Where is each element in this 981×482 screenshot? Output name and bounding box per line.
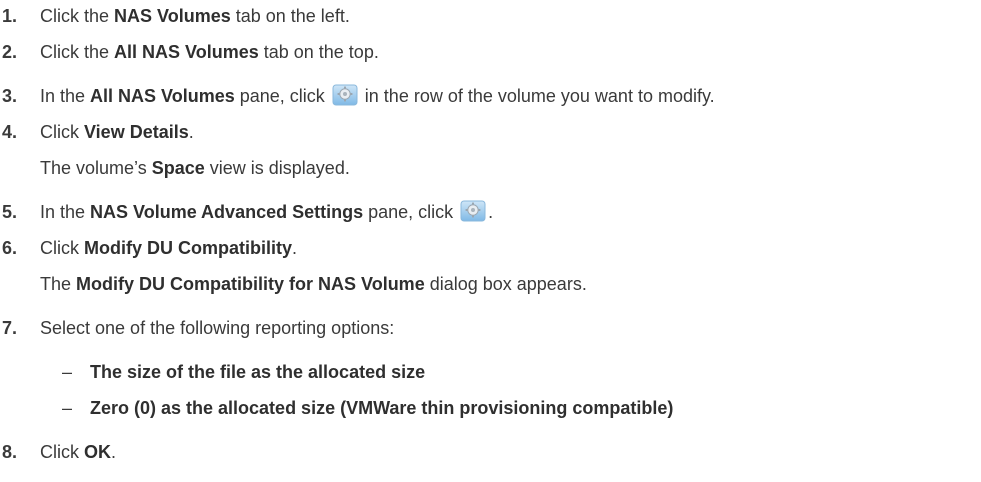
step-4-result: The volume’s Space view is displayed. <box>40 156 980 180</box>
step-text-part: Click <box>40 442 84 462</box>
ui-term-ok: OK <box>84 442 111 462</box>
step-4: 4. Click View Details. <box>0 120 981 144</box>
ui-term-view-details: View Details <box>84 122 189 142</box>
result-text-part: dialog box appears. <box>424 274 587 294</box>
step-number: 8. <box>2 442 18 462</box>
step-number: 7. <box>2 318 18 338</box>
step-number: 4. <box>2 122 18 142</box>
step-text-part: pane, click <box>363 202 459 222</box>
ui-term-nas-volume-advanced-settings: NAS Volume Advanced Settings <box>90 202 364 222</box>
step-text: Click Modify DU Compatibility. <box>40 236 297 260</box>
step-text-part: in the row of the volume you want to mod… <box>359 86 715 106</box>
result-text-part: The volume’s <box>40 158 152 178</box>
ui-term-modify-du-compatibility: Modify DU Compatibility <box>84 238 292 258</box>
ui-term-space: Space <box>151 158 205 178</box>
step-text: Click View Details. <box>40 120 194 144</box>
step-5: 5. In the NAS Volume Advanced Settings p… <box>0 200 981 224</box>
gear-icon <box>332 84 358 106</box>
dash-bullet: – <box>62 398 73 418</box>
option-allocated-size: The size of the file as the allocated si… <box>90 362 426 382</box>
step-3: 3. In the All NAS Volumes pane, click in… <box>0 84 981 108</box>
ui-term-dialog-title: Modify DU Compatibility for NAS Volume <box>76 274 425 294</box>
result-text-part: view is displayed. <box>204 158 350 178</box>
result-text-part: The <box>40 274 77 294</box>
step-text-part: . <box>292 238 298 258</box>
step-number: 2. <box>2 42 18 62</box>
step-text: Click the All NAS Volumes tab on the top… <box>40 40 379 64</box>
gear-icon <box>460 200 486 222</box>
step-2: 2. Click the All NAS Volumes tab on the … <box>0 40 981 64</box>
option-item: – Zero (0) as the allocated size (VMWare … <box>62 396 962 420</box>
step-text-part: Click <box>40 122 84 142</box>
ui-term-nas-volumes: NAS Volumes <box>114 6 231 26</box>
step-text: In the NAS Volume Advanced Settings pane… <box>40 200 493 224</box>
step-6: 6. Click Modify DU Compatibility. <box>0 236 981 260</box>
step-text-part: In the <box>40 86 91 106</box>
step-number: 3. <box>2 86 18 106</box>
step-text: In the All NAS Volumes pane, click in th… <box>40 84 715 108</box>
step-6-result: The Modify DU Compatibility for NAS Volu… <box>40 272 980 296</box>
step-text: Select one of the following reporting op… <box>40 318 395 338</box>
step-text: Click OK. <box>40 440 116 464</box>
step-7: 7. Select one of the following reporting… <box>0 316 981 340</box>
step-8: 8. Click OK. <box>0 440 981 464</box>
step-1: 1. Click the NAS Volumes tab on the left… <box>0 4 981 28</box>
step-text-part: tab on the top. <box>258 42 379 62</box>
step-text: Click the NAS Volumes tab on the left. <box>40 4 350 28</box>
option-zero-allocated-size: Zero (0) as the allocated size (VMWare t… <box>90 398 674 418</box>
step-text-part: tab on the left. <box>230 6 350 26</box>
step-text-part: Click the <box>40 6 115 26</box>
step-text-part: . <box>488 202 494 222</box>
step-number: 5. <box>2 202 18 222</box>
ui-term-all-nas-volumes: All NAS Volumes <box>114 42 259 62</box>
dash-bullet: – <box>62 362 73 382</box>
step-text-part: Click the <box>40 42 115 62</box>
step-number: 1. <box>2 6 18 26</box>
step-text-part: pane, click <box>234 86 330 106</box>
procedure-page: 1. Click the NAS Volumes tab on the left… <box>0 0 981 482</box>
ui-term-all-nas-volumes: All NAS Volumes <box>90 86 235 106</box>
option-item: – The size of the file as the allocated s… <box>62 360 962 384</box>
step-text-part: . <box>188 122 194 142</box>
step-text-part: In the <box>40 202 91 222</box>
step-text-part: . <box>111 442 117 462</box>
step-text-part: Click <box>40 238 84 258</box>
step-number: 6. <box>2 238 18 258</box>
